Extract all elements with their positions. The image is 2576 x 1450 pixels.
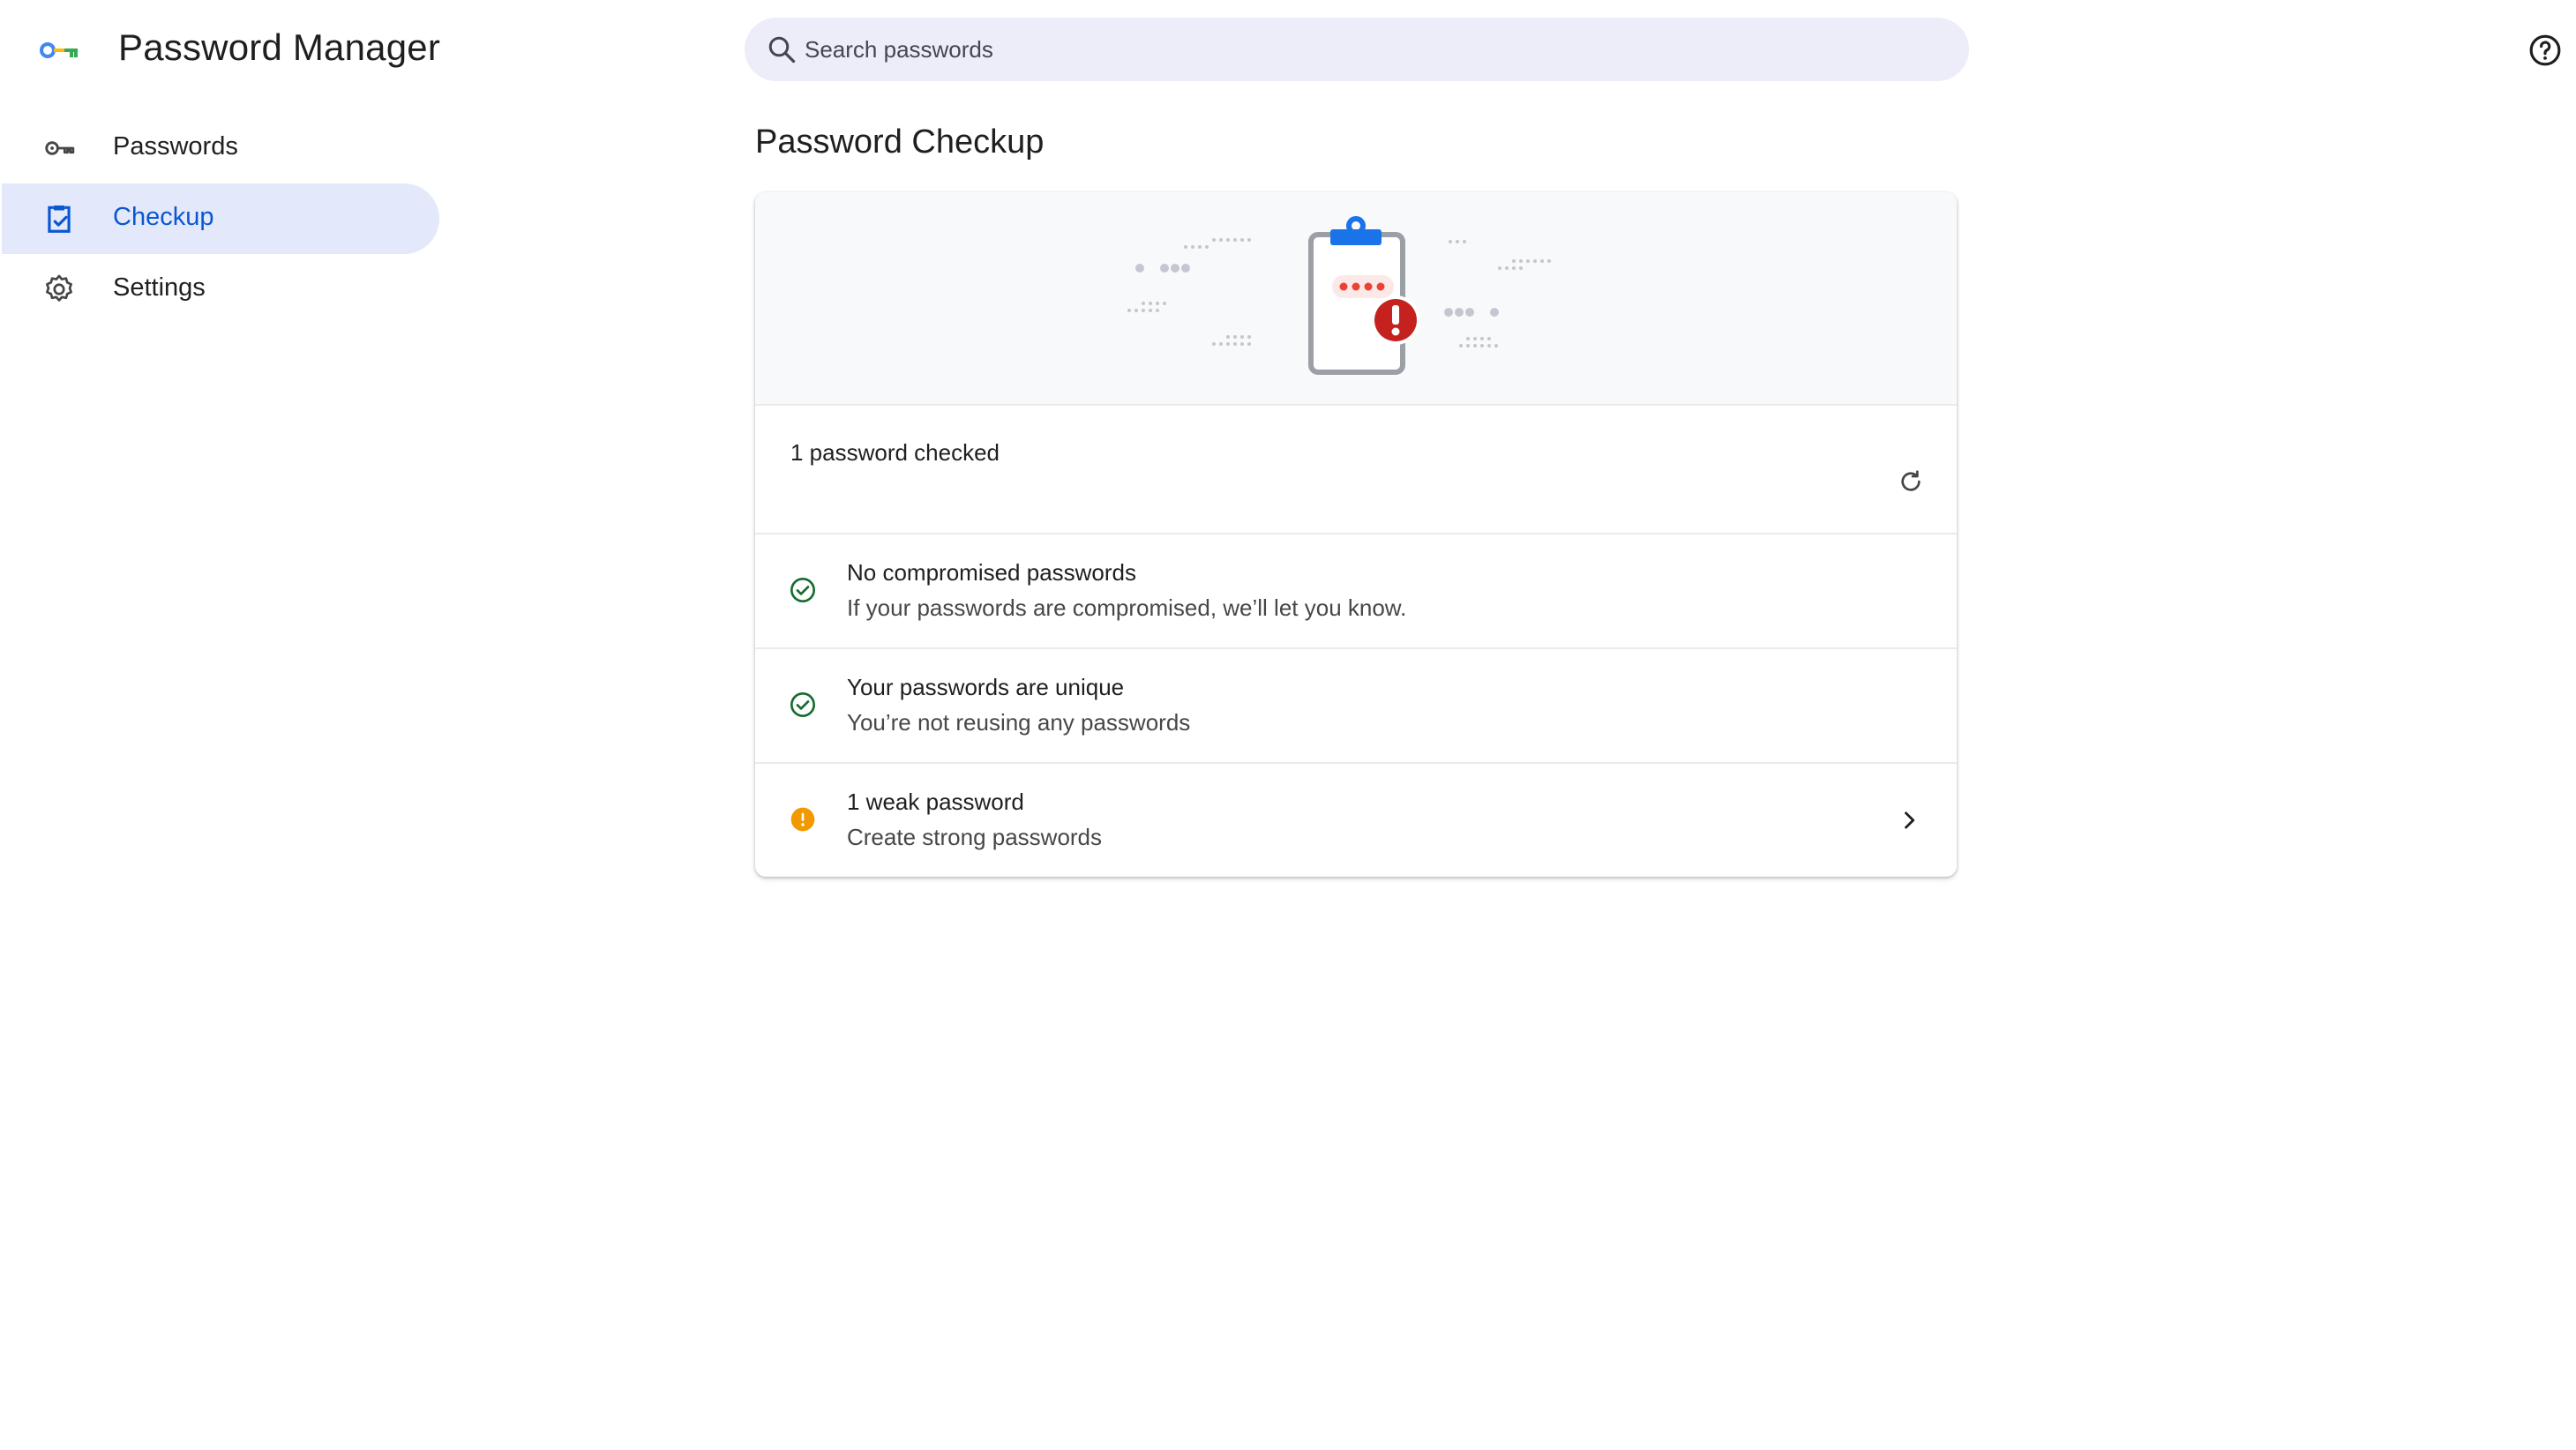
sidebar-item-passwords[interactable]: Passwords (2, 113, 439, 183)
help-circle-icon[interactable] (2528, 34, 2562, 67)
sidebar-item-label: Checkup (113, 203, 214, 231)
password-manager-logo-icon (40, 42, 78, 58)
key-icon (45, 141, 75, 155)
clipboard-check-icon (48, 205, 71, 233)
result-title: No compromised passwords (847, 559, 1137, 586)
chevron-right-icon (1905, 811, 1915, 829)
result-row-reused: Your passwords are unique You’re not reu… (755, 649, 1957, 764)
check-circle-icon (790, 578, 815, 602)
result-subtitle: Create strong passwords (847, 824, 1103, 850)
result-title: Your passwords are unique (847, 674, 1125, 700)
page-title: Password Checkup (755, 123, 1045, 161)
result-row-weak[interactable]: 1 weak password Create strong passwords (755, 764, 1957, 877)
sidebar-item-label: Settings (113, 273, 206, 302)
checkup-card: 1 password checked No compromised passwo… (755, 192, 1957, 877)
result-subtitle: You’re not reusing any passwords (847, 709, 1191, 736)
search-icon (768, 36, 796, 64)
sidebar-item-settings[interactable]: Settings (2, 254, 439, 325)
result-title: 1 weak password (847, 789, 1024, 815)
result-subtitle: If your passwords are compromised, we’ll… (847, 594, 1407, 621)
sidebar: Passwords Checkup Settings (0, 113, 441, 325)
checked-summary-row: 1 password checked (755, 406, 1957, 534)
checked-count-text: 1 password checked (790, 439, 1000, 466)
header: Password Manager (0, 0, 2576, 99)
checkup-banner (755, 192, 1957, 406)
search-input[interactable] (805, 18, 1934, 81)
sidebar-item-checkup[interactable]: Checkup (2, 183, 439, 254)
warning-circle-icon (790, 807, 815, 832)
checkup-illustration (1127, 216, 1551, 375)
result-row-compromised: No compromised passwords If your passwor… (755, 534, 1957, 649)
gear-icon (46, 274, 72, 302)
check-circle-icon (790, 692, 815, 717)
app-title: Password Manager (118, 26, 441, 68)
sidebar-item-label: Passwords (113, 132, 238, 161)
search-bar[interactable] (745, 18, 1969, 81)
refresh-icon[interactable] (1897, 467, 1925, 496)
